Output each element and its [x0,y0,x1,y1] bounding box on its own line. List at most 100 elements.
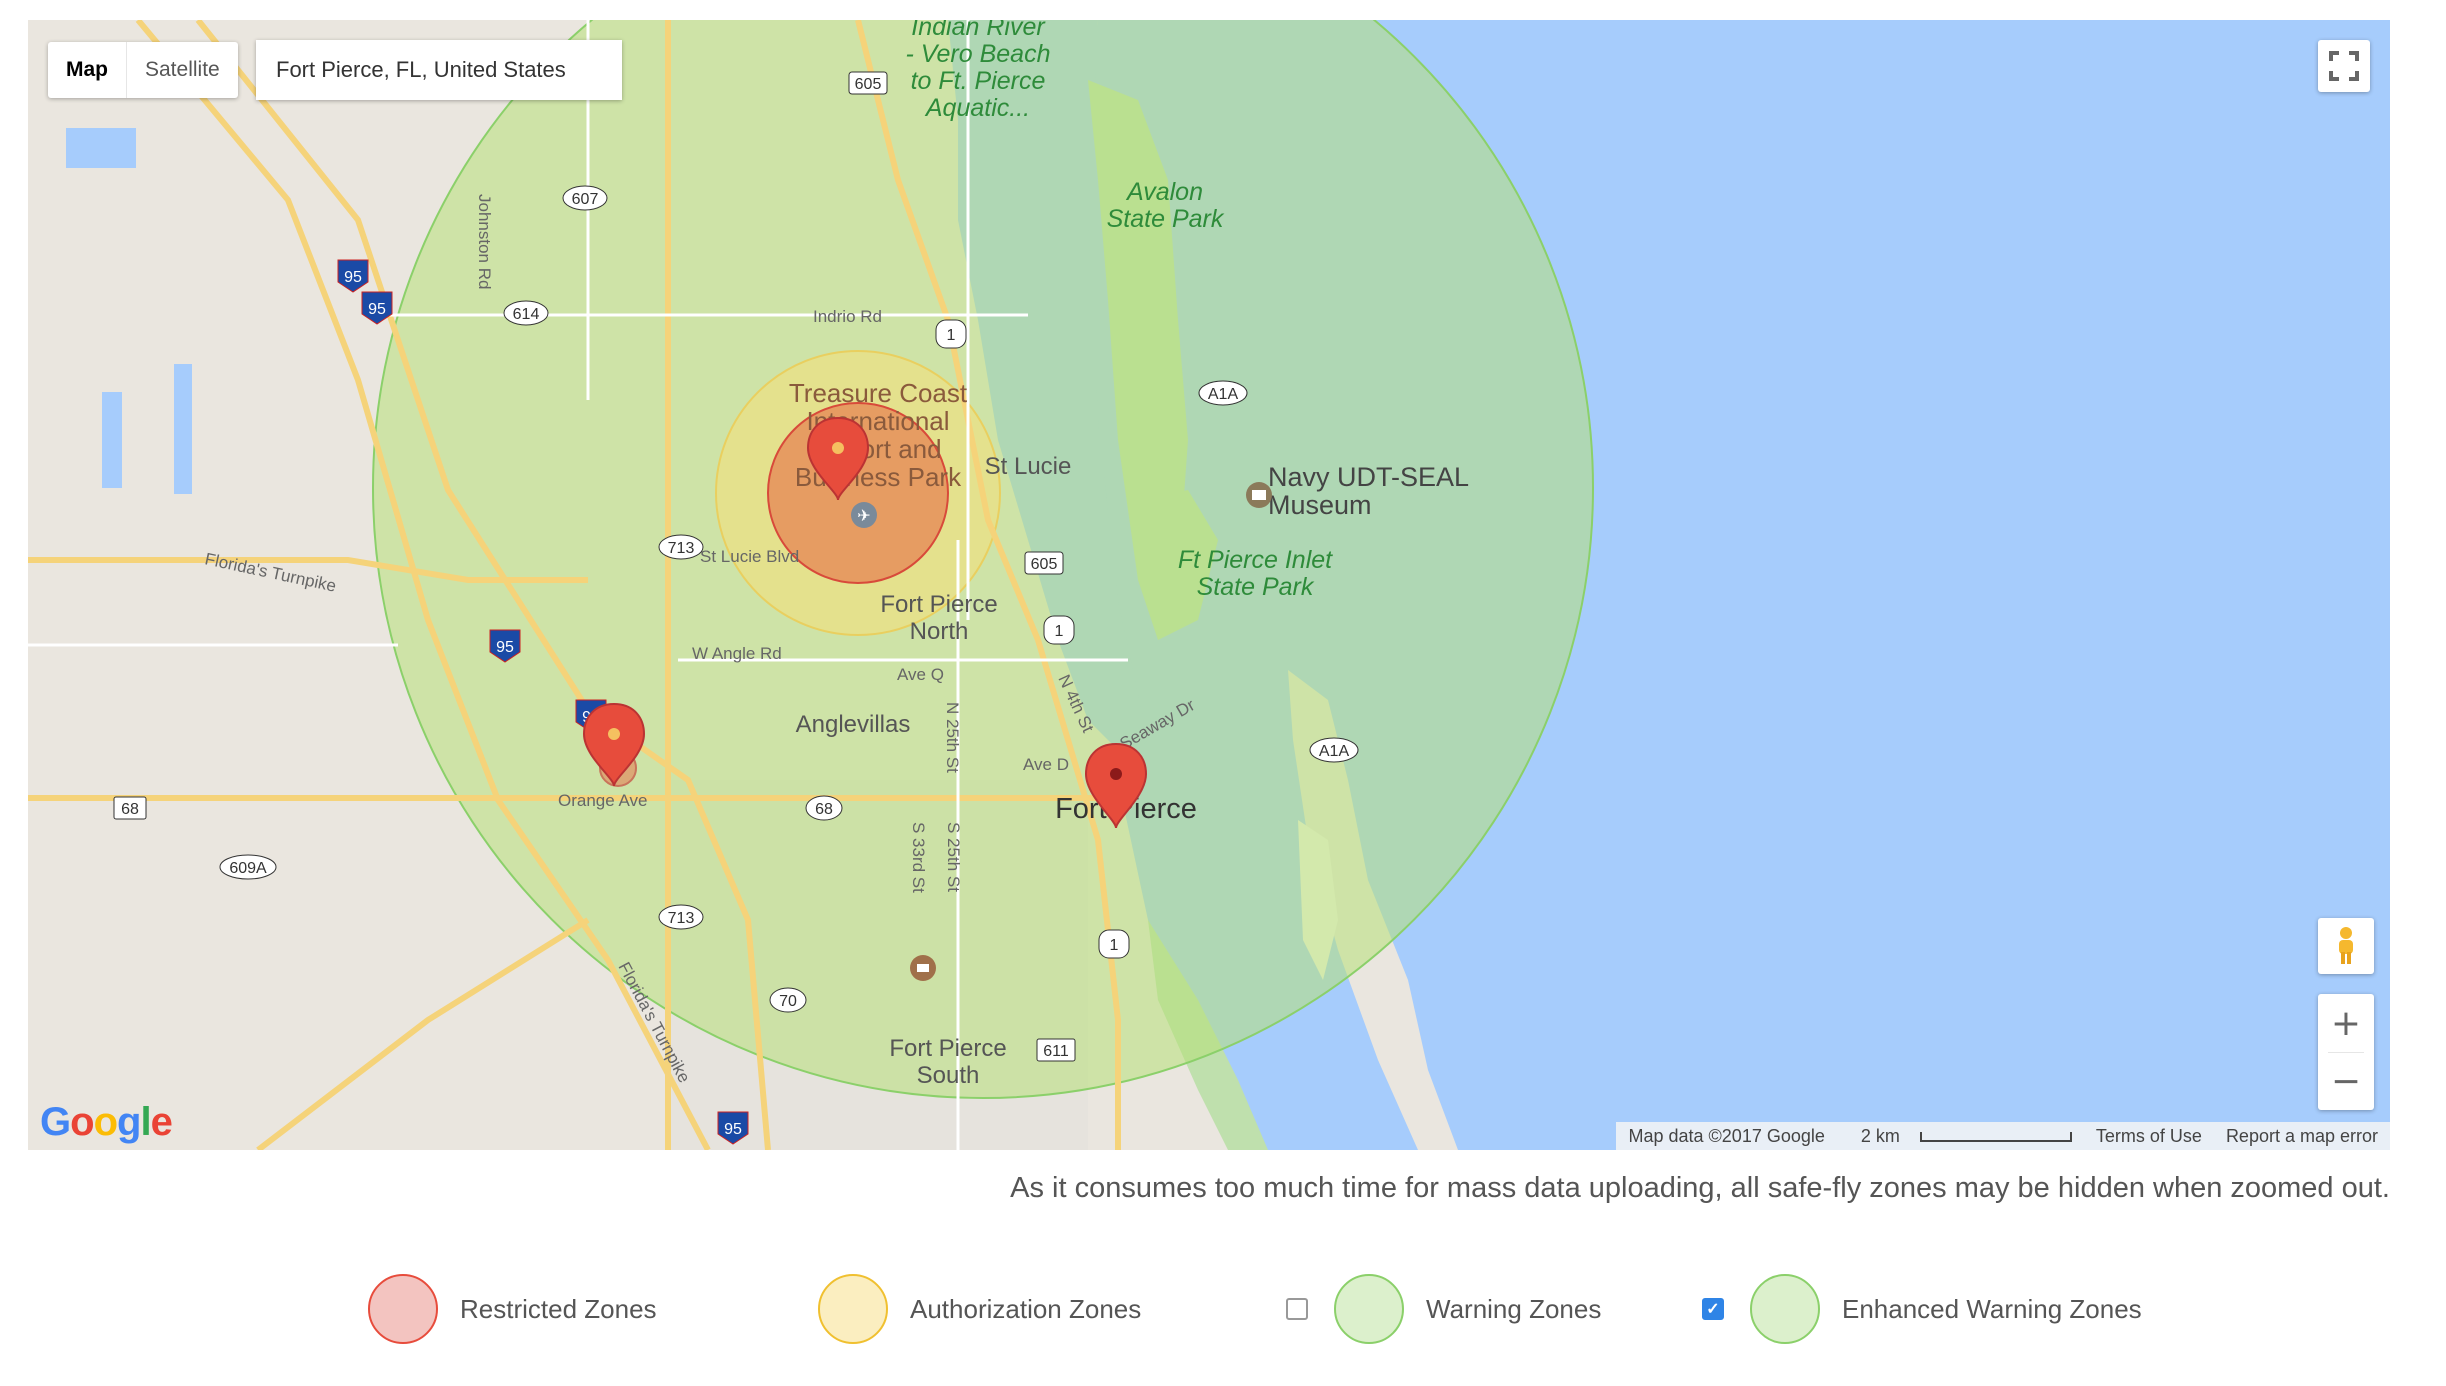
svg-text:95: 95 [724,1121,742,1138]
label-orange-ave: Orange Ave [558,791,647,810]
location-search-input[interactable] [256,40,622,100]
label-s33-st: S 33rd St [909,822,928,893]
zoom-control: + − [2318,994,2374,1110]
shield-us1: 1 [1098,929,1130,959]
legend-label: Warning Zones [1426,1293,1602,1324]
shield-68: 68 [805,795,843,821]
logo-letter: e [150,1100,173,1144]
label-anglevillas: Anglevillas [796,711,911,738]
svg-text:605: 605 [855,76,882,93]
museum-icon[interactable] [1246,482,1272,508]
legend-label: Authorization Zones [910,1293,1142,1324]
terms-link[interactable]: Terms of Use [2084,1126,2214,1147]
scale-indicator[interactable]: 2 km [1837,1126,2084,1147]
zoom-notice: As it consumes too much time for mass da… [1010,1172,2390,1204]
svg-text:713: 713 [668,910,695,927]
shield-609a: 609A [219,854,277,880]
shield-607: 607 [562,185,608,211]
label-fort-pierce-north-2: North [910,618,969,645]
warning-zones-checkbox[interactable] [1286,1298,1308,1320]
label-turnpike: Florida's Turnpike [203,549,338,595]
shield-i95: 95 [337,259,369,293]
label-avalon: Avalon [1125,178,1203,206]
map-canvas[interactable]: Indian River - Vero Beach to Ft. Pierce … [28,20,2390,1150]
label-st-lucie-blvd: St Lucie Blvd [700,547,799,566]
airport-icon: ✈ [851,502,877,528]
label-indian-river: Indian River [911,20,1046,41]
legend-label: Enhanced Warning Zones [1842,1293,2142,1324]
svg-text:605: 605 [1031,556,1058,573]
shield-68: 68 [113,796,147,820]
label-s25-st: S 25th St [944,822,963,892]
svg-text:70: 70 [779,993,797,1010]
shield-611: 611 [1036,1038,1076,1062]
svg-text:614: 614 [513,306,540,323]
warning-zone-swatch [1334,1274,1404,1344]
legend-authorization: Authorization Zones [818,1272,1141,1346]
label-w-angle-rd: W Angle Rd [692,644,782,663]
restricted-zone-swatch [368,1274,438,1344]
map-type-control: Map Satellite [48,42,238,98]
report-error-link[interactable]: Report a map error [2214,1126,2390,1147]
shield-us1: 1 [1043,615,1075,645]
road-sw [256,917,590,1150]
logo-letter: o [93,1100,118,1144]
label-indian-river-3: to Ft. Pierce [911,67,1046,95]
map-type-satellite-button[interactable]: Satellite [127,42,238,98]
shield-70: 70 [769,987,807,1013]
shield-a1a: A1A [1309,737,1359,763]
logo-letter: g [117,1100,141,1144]
shield-713: 713 [658,904,704,930]
svg-text:607: 607 [572,191,599,208]
shield-us1: 1 [935,319,967,349]
svg-text:A1A: A1A [1319,743,1350,760]
shield-i95: 95 [361,291,393,325]
legend-enhanced-warning: ✓ Enhanced Warning Zones [1702,1272,2142,1346]
svg-text:95: 95 [344,269,362,286]
scale-bar [1919,1131,2072,1142]
enhanced-warning-zones-checkbox[interactable]: ✓ [1702,1298,1724,1320]
shield-605: 605 [1024,551,1064,575]
legend-restricted: Restricted Zones [368,1272,657,1346]
legend-label: Restricted Zones [460,1293,657,1324]
label-n25-st: N 25th St [943,702,962,773]
map-attribution: Map data ©2017 Google 2 km Terms of Use … [1616,1122,2390,1150]
logo-letter: o [70,1100,94,1144]
label-fort-pierce-north: Fort Pierce [880,591,997,618]
logo-letter: G [40,1100,71,1144]
label-st-lucie: St Lucie [985,453,1072,480]
svg-text:A1A: A1A [1208,386,1239,403]
lake [66,128,136,168]
svg-text:611: 611 [1043,1043,1069,1060]
shield-614: 614 [503,300,549,326]
map-type-map-button[interactable]: Map [48,42,127,98]
school-icon[interactable] [910,955,936,981]
svg-text:95: 95 [368,301,386,318]
label-ave-q: Ave Q [897,665,944,684]
scale-label: 2 km [1860,1125,1900,1146]
fullscreen-button[interactable] [2318,40,2370,92]
fullscreen-icon [2329,51,2359,81]
label-johnston-rd: Johnston Rd [475,194,494,289]
zoom-in-button[interactable]: + [2318,995,2374,1052]
label-ave-d: Ave D [1023,755,1069,774]
label-airport: Treasure Coast [789,378,968,408]
label-navy-museum: Navy UDT-SEAL [1268,462,1469,492]
canal-pond [174,364,192,494]
label-fort-pierce-south: Fort Pierce [889,1035,1006,1062]
pegman-icon [2339,927,2353,964]
label-indian-river-4: Aquatic... [924,94,1030,122]
logo-letter: l [140,1100,151,1144]
zoom-out-button[interactable]: − [2318,1053,2374,1110]
svg-text:1: 1 [1110,937,1119,954]
map-data-credit: Map data ©2017 Google [1628,1125,1825,1146]
label-inlet-2: State Park [1197,573,1315,601]
shield-713: 713 [658,534,704,560]
google-logo[interactable]: Google [40,1100,173,1145]
svg-text:713: 713 [668,540,695,557]
svg-text:1: 1 [1055,623,1064,640]
street-view-button[interactable] [2318,918,2374,974]
svg-text:68: 68 [121,801,139,818]
shield-605: 605 [848,71,888,95]
svg-text:68: 68 [815,801,833,818]
